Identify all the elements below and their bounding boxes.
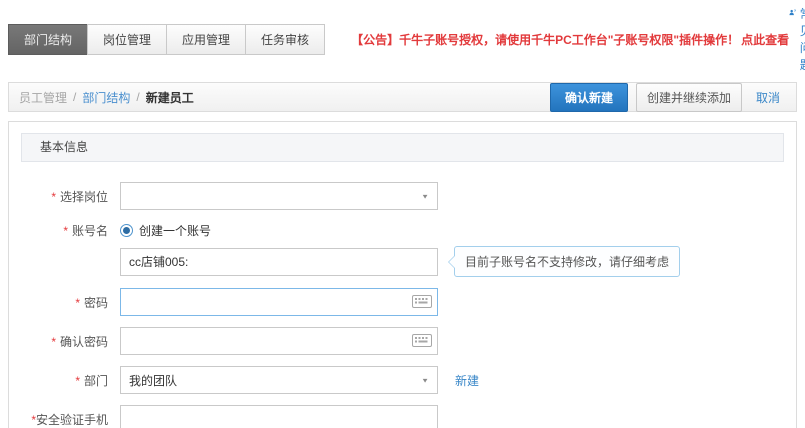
breadcrumb-department-structure[interactable]: 部门结构 [82,89,130,106]
tab-department-structure[interactable]: 部门结构 [8,24,88,55]
action-buttons: 确认新建 创建并继续添加 取消 [550,83,786,112]
password-input[interactable] [120,288,438,316]
required-marker: * [63,224,68,238]
position-label: * 选择岗位 [21,188,108,205]
required-marker: * [75,296,80,310]
new-employee-form: * 选择岗位 ▼ * 账号名 创建一个账号 目前子账号名不支持修改，请仔细考虑 [21,182,784,428]
confirm-password-label: * 确认密码 [21,333,108,350]
tab-strip: 部门结构 岗位管理 应用管理 任务审核 [8,24,325,55]
announcement-body: 【公告】千牛子账号授权，请使用千牛PC工作台"子账号权限"插件操作！ [351,33,739,47]
account-label-text: 账号名 [72,224,108,238]
breadcrumb-new-employee: 新建员工 [146,89,194,106]
row-confirm-password: * 确认密码 [21,327,784,355]
caret-down-icon: ▼ [421,376,429,383]
security-phone-input-wrap [120,405,438,428]
breadcrumb-separator: / [73,90,76,104]
svg-text:?: ? [794,9,796,13]
person-question-icon: ? [789,5,797,20]
row-account-radio: * 账号名 创建一个账号 [21,221,784,239]
required-marker: * [51,190,56,204]
tab-position-management[interactable]: 岗位管理 [87,24,167,55]
position-select[interactable]: ▼ [120,182,438,210]
faq-link[interactable]: ? 常见问题 [789,5,805,73]
row-account-input: 目前子账号名不支持修改，请仔细考虑 [21,246,784,277]
security-phone-label-text: 安全验证手机 [36,413,108,427]
basic-info-section-title: 基本信息 [21,133,784,162]
confirm-password-input[interactable] [120,327,438,355]
account-name-tooltip: 目前子账号名不支持修改，请仔细考虑 [454,246,680,277]
breadcrumb-bar: 员工管理 / 部门结构 / 新建员工 确认新建 创建并继续添加 取消 [8,82,797,112]
announcement-text: 【公告】千牛子账号授权，请使用千牛PC工作台"子账号权限"插件操作！点此查看 [351,31,789,48]
keyboard-icon[interactable] [412,334,432,347]
account-input-wrap [120,248,438,276]
create-and-continue-button[interactable]: 创建并继续添加 [636,83,742,112]
row-security-phone: *安全验证手机 [21,405,784,428]
required-marker: * [51,335,56,349]
password-label-text: 密码 [84,296,108,310]
confirm-password-input-wrap [120,327,438,355]
account-label: * 账号名 [21,222,108,239]
top-bar: 部门结构 岗位管理 应用管理 任务审核 【公告】千牛子账号授权，请使用千牛PC工… [0,0,805,73]
security-phone-label: *安全验证手机 [21,411,108,428]
caret-down-icon: ▼ [421,192,429,199]
position-label-text: 选择岗位 [60,190,108,204]
row-position: * 选择岗位 ▼ [21,182,784,210]
announcement-link[interactable]: 点此查看 [741,33,789,47]
account-name-input[interactable] [120,248,438,276]
tab-app-management[interactable]: 应用管理 [166,24,246,55]
department-select[interactable]: 我的团队 ▼ [120,366,438,394]
new-employee-panel: 基本信息 * 选择岗位 ▼ * 账号名 创建一个账号 [8,121,797,428]
breadcrumb-separator: / [136,90,139,104]
tab-task-review[interactable]: 任务审核 [245,24,325,55]
cancel-link[interactable]: 取消 [756,89,780,106]
required-marker: * [75,374,80,388]
department-label-text: 部门 [84,374,108,388]
confirm-create-button[interactable]: 确认新建 [550,83,628,112]
radio-selected-icon[interactable] [120,224,133,237]
row-password: * 密码 [21,288,784,316]
breadcrumb-employee-mgmt: 员工管理 [19,89,67,106]
faq-label: 常见问题 [800,5,805,73]
password-input-wrap [120,288,438,316]
create-account-radio-label: 创建一个账号 [139,222,211,239]
keyboard-icon[interactable] [412,295,432,308]
department-select-value: 我的团队 [129,372,421,389]
create-account-radio-option[interactable]: 创建一个账号 [120,222,211,239]
security-phone-input[interactable] [120,405,438,428]
row-department: * 部门 我的团队 ▼ 新建 [21,366,784,394]
new-department-link[interactable]: 新建 [455,372,479,389]
confirm-password-label-text: 确认密码 [60,335,108,349]
password-label: * 密码 [21,294,108,311]
department-label: * 部门 [21,372,108,389]
